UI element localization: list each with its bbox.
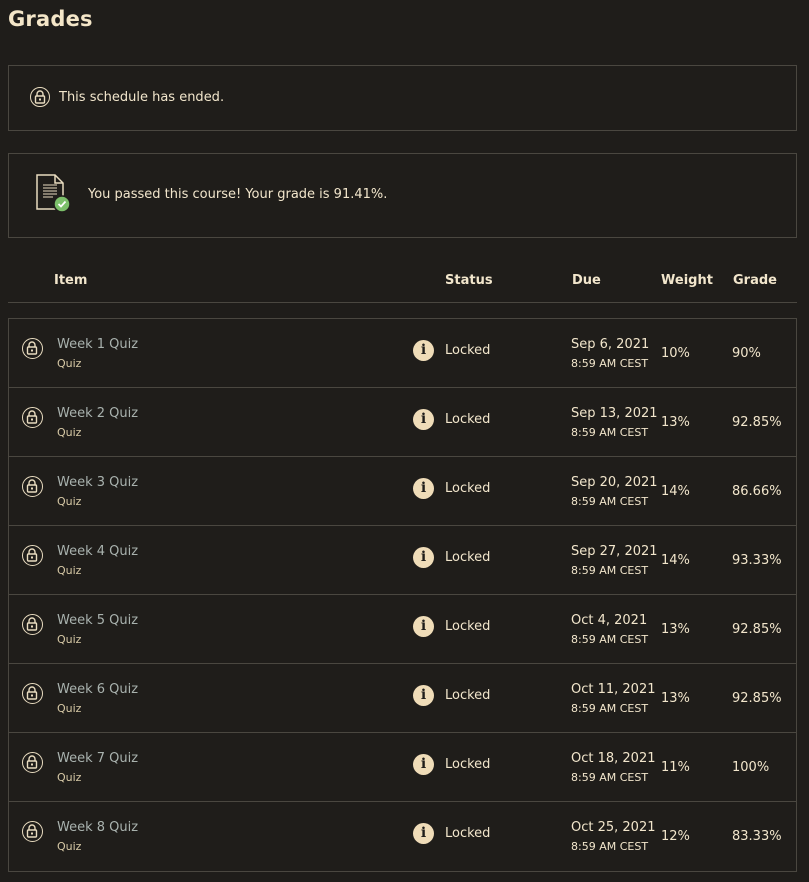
schedule-ended-notice: This schedule has ended.	[8, 65, 797, 131]
item-title-link[interactable]: Week 3 Quiz	[57, 475, 138, 490]
item-status: Locked	[445, 757, 491, 772]
item-title-link[interactable]: Week 5 Quiz	[57, 613, 138, 628]
info-icon[interactable]: i	[413, 823, 434, 844]
table-row[interactable]: Week 5 Quiz Quiz i Locked Oct 4, 2021 8:…	[9, 595, 796, 664]
item-weight: 14%	[661, 553, 690, 568]
info-icon[interactable]: i	[413, 547, 434, 568]
lock-icon	[22, 545, 43, 566]
table-row[interactable]: Week 8 Quiz Quiz i Locked Oct 25, 2021 8…	[9, 802, 796, 871]
item-status: Locked	[445, 481, 491, 496]
item-type: Quiz	[57, 357, 82, 370]
item-grade: 83.33%	[732, 829, 782, 844]
item-due-time: 8:59 AM CEST	[571, 633, 649, 646]
item-due-date: Sep 27, 2021	[571, 544, 658, 559]
item-due-time: 8:59 AM CEST	[571, 564, 649, 577]
item-due-date: Sep 13, 2021	[571, 406, 658, 421]
grades-table-body: Week 1 Quiz Quiz i Locked Sep 6, 2021 8:…	[8, 318, 797, 872]
item-weight: 11%	[661, 760, 690, 775]
item-grade: 93.33%	[732, 553, 782, 568]
item-title-link[interactable]: Week 2 Quiz	[57, 406, 138, 421]
item-type: Quiz	[57, 771, 82, 784]
column-header-weight[interactable]: Weight	[661, 273, 713, 288]
item-status: Locked	[445, 619, 491, 634]
item-title-link[interactable]: Week 6 Quiz	[57, 682, 138, 697]
table-row[interactable]: Week 4 Quiz Quiz i Locked Sep 27, 2021 8…	[9, 526, 796, 595]
table-row[interactable]: Week 3 Quiz Quiz i Locked Sep 20, 2021 8…	[9, 457, 796, 526]
table-row[interactable]: Week 7 Quiz Quiz i Locked Oct 18, 2021 8…	[9, 733, 796, 802]
item-type: Quiz	[57, 426, 82, 439]
column-header-item[interactable]: Item	[54, 273, 87, 288]
info-icon[interactable]: i	[413, 616, 434, 637]
course-passed-notice: You passed this course! Your grade is 91…	[8, 153, 797, 238]
table-row[interactable]: Week 6 Quiz Quiz i Locked Oct 11, 2021 8…	[9, 664, 796, 733]
info-icon[interactable]: i	[413, 478, 434, 499]
lock-icon	[22, 752, 43, 773]
column-header-due[interactable]: Due	[572, 273, 601, 288]
item-type: Quiz	[57, 702, 82, 715]
course-passed-text: You passed this course! Your grade is 91…	[88, 187, 388, 202]
item-title-link[interactable]: Week 7 Quiz	[57, 751, 138, 766]
page-title: Grades	[8, 7, 93, 31]
item-weight: 10%	[661, 346, 690, 361]
item-due-date: Oct 11, 2021	[571, 682, 656, 697]
item-status: Locked	[445, 412, 491, 427]
table-row[interactable]: Week 1 Quiz Quiz i Locked Sep 6, 2021 8:…	[9, 319, 796, 388]
schedule-ended-text: This schedule has ended.	[59, 90, 225, 105]
item-weight: 13%	[661, 622, 690, 637]
item-due-time: 8:59 AM CEST	[571, 840, 649, 853]
item-type: Quiz	[57, 495, 82, 508]
item-status: Locked	[445, 343, 491, 358]
table-row[interactable]: Week 2 Quiz Quiz i Locked Sep 13, 2021 8…	[9, 388, 796, 457]
lock-icon	[22, 407, 43, 428]
item-weight: 13%	[661, 415, 690, 430]
item-weight: 13%	[661, 691, 690, 706]
info-icon[interactable]: i	[413, 754, 434, 775]
column-header-status[interactable]: Status	[445, 273, 493, 288]
item-due-time: 8:59 AM CEST	[571, 357, 649, 370]
item-type: Quiz	[57, 564, 82, 577]
item-grade: 90%	[732, 346, 761, 361]
item-title-link[interactable]: Week 8 Quiz	[57, 820, 138, 835]
item-due-date: Oct 18, 2021	[571, 751, 656, 766]
lock-icon	[22, 821, 43, 842]
column-header-grade[interactable]: Grade	[733, 273, 777, 288]
info-icon[interactable]: i	[413, 409, 434, 430]
item-status: Locked	[445, 550, 491, 565]
item-title-link[interactable]: Week 1 Quiz	[57, 337, 138, 352]
item-grade: 92.85%	[732, 691, 782, 706]
info-icon[interactable]: i	[413, 685, 434, 706]
item-status: Locked	[445, 688, 491, 703]
item-title-link[interactable]: Week 4 Quiz	[57, 544, 138, 559]
item-due-date: Oct 25, 2021	[571, 820, 656, 835]
grades-table-header: Item Status Due Weight Grade	[8, 262, 797, 303]
item-due-time: 8:59 AM CEST	[571, 702, 649, 715]
item-weight: 14%	[661, 484, 690, 499]
lock-icon	[30, 87, 50, 107]
item-due-date: Sep 20, 2021	[571, 475, 658, 490]
document-check-icon	[35, 173, 73, 217]
item-grade: 100%	[732, 760, 770, 775]
lock-icon	[22, 614, 43, 635]
item-due-date: Sep 6, 2021	[571, 337, 650, 352]
item-due-time: 8:59 AM CEST	[571, 771, 649, 784]
item-due-time: 8:59 AM CEST	[571, 426, 649, 439]
item-grade: 92.85%	[732, 415, 782, 430]
item-grade: 86.66%	[732, 484, 782, 499]
lock-icon	[22, 683, 43, 704]
info-icon[interactable]: i	[413, 340, 434, 361]
item-due-time: 8:59 AM CEST	[571, 495, 649, 508]
item-due-date: Oct 4, 2021	[571, 613, 648, 628]
item-grade: 92.85%	[732, 622, 782, 637]
lock-icon	[22, 476, 43, 497]
lock-icon	[22, 338, 43, 359]
item-weight: 12%	[661, 829, 690, 844]
item-type: Quiz	[57, 633, 82, 646]
item-type: Quiz	[57, 840, 82, 853]
item-status: Locked	[445, 826, 491, 841]
